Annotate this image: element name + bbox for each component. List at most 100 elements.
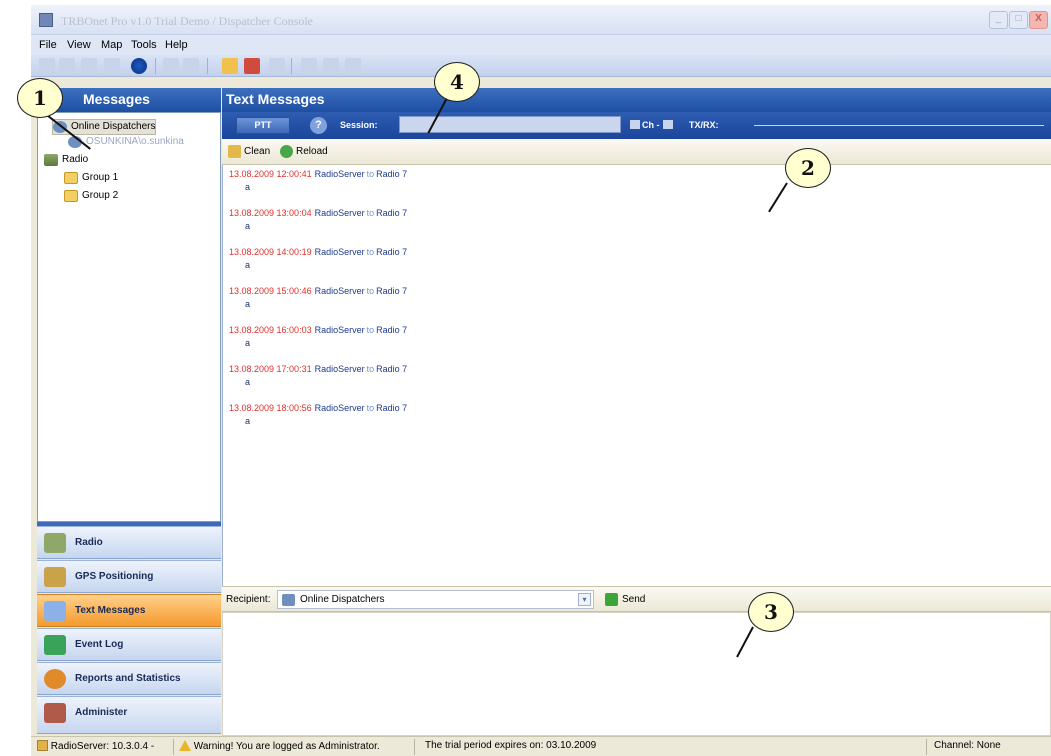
- callout-3: 3: [748, 592, 794, 632]
- message-sender: RadioServer: [314, 169, 365, 179]
- status-warning-label: Warning! You are logged as Administrator…: [193, 741, 380, 752]
- message-to: to: [366, 208, 375, 218]
- main-panel-header: Text Messages: [222, 88, 1051, 112]
- preview-icon[interactable]: [183, 58, 199, 74]
- recipient-select[interactable]: Online Dispatchers ▾: [277, 590, 594, 609]
- send-label: Send: [622, 594, 646, 605]
- message-sender: RadioServer: [314, 208, 365, 218]
- save-icon[interactable]: [269, 58, 285, 74]
- menu-view[interactable]: View: [67, 39, 91, 51]
- chevron-down-icon[interactable]: ▾: [578, 593, 591, 606]
- message-to: to: [366, 169, 375, 179]
- message-timestamp: 13.08.2009 18:00:56: [229, 403, 312, 413]
- forward-icon[interactable]: [59, 58, 75, 74]
- message-recipient: Radio 7: [376, 169, 408, 179]
- nav-label: Reports and Statistics: [75, 673, 181, 684]
- menu-help[interactable]: Help: [165, 39, 188, 51]
- messages-toolbar: Clean Reload: [222, 139, 1051, 165]
- tree-item-label: Group 1: [82, 172, 119, 183]
- message-recipient: Radio 7: [376, 325, 408, 335]
- nav-event-log[interactable]: Event Log: [37, 628, 221, 661]
- channel-indicator-icon: [630, 120, 640, 129]
- message-sender: RadioServer: [314, 364, 365, 374]
- txrx-level-line: [754, 125, 1044, 126]
- message-item[interactable]: 13.08.2009 16:00:03 RadioServer to Radio 7 …: [229, 325, 407, 353]
- print-icon[interactable]: [163, 58, 179, 74]
- minimize-icon: _: [995, 13, 1002, 24]
- message-body: a: [245, 416, 251, 426]
- nav-administer[interactable]: Administer: [37, 696, 221, 734]
- message-sender: RadioServer: [314, 247, 365, 257]
- nav-gps-positioning[interactable]: GPS Positioning: [37, 560, 221, 593]
- message-recipient: Radio 7: [376, 403, 408, 413]
- admin-icon: [44, 703, 66, 723]
- main-toolbar: [31, 55, 1051, 77]
- nav-reports-and-statistics[interactable]: Reports and Statistics: [37, 662, 221, 695]
- message-to: to: [366, 286, 375, 296]
- gps-icon: [44, 567, 66, 587]
- left-panel-title: Messages: [83, 91, 150, 107]
- zoom-out-icon[interactable]: [323, 58, 339, 74]
- nav-label: Text Messages: [75, 605, 146, 616]
- message-body: a: [245, 182, 251, 192]
- message-body: a: [245, 377, 251, 387]
- ptt-button[interactable]: PTT: [236, 117, 290, 134]
- window-title: TRBOnet Pro v1.0 Trial Demo / Dispatcher…: [61, 14, 313, 28]
- help-icon[interactable]: ?: [310, 117, 327, 134]
- message-item[interactable]: 13.08.2009 12:00:41 RadioServer to Radio 7 …: [229, 169, 407, 197]
- connect-icon[interactable]: [131, 58, 147, 74]
- maximize-button[interactable]: □: [1009, 11, 1028, 29]
- message-item[interactable]: 13.08.2009 17:00:31 RadioServer to Radio 7 …: [229, 364, 407, 392]
- txrx-label: TX/RX:: [689, 120, 719, 130]
- message-recipient: Radio 7: [376, 247, 408, 257]
- toolbar-separator: [291, 58, 292, 74]
- home-icon[interactable]: [104, 58, 120, 74]
- open-icon[interactable]: [222, 58, 238, 74]
- message-recipient: Radio 7: [376, 208, 408, 218]
- reports-icon: [44, 669, 66, 689]
- left-panel-header: Messages: [37, 88, 221, 112]
- zoom-in-icon[interactable]: [301, 58, 317, 74]
- message-item[interactable]: 13.08.2009 13:00:04 RadioServer to Radio 7 …: [229, 208, 407, 236]
- status-warning: Warning! You are logged as Administrator…: [179, 740, 380, 752]
- tree-item-label: Online Dispatchers: [71, 121, 156, 132]
- close-button[interactable]: X: [1029, 11, 1048, 29]
- refresh-icon[interactable]: [345, 58, 361, 74]
- reload-icon: [280, 145, 293, 158]
- message-compose-area[interactable]: [222, 612, 1051, 736]
- mail-icon[interactable]: [244, 58, 260, 74]
- session-label: Session:: [340, 120, 378, 130]
- message-recipient: Radio 7: [376, 364, 408, 374]
- app-window: TRBOnet Pro v1.0 Trial Demo / Dispatcher…: [31, 5, 1051, 756]
- recipient-label: Recipient:: [226, 594, 271, 605]
- message-timestamp: 13.08.2009 12:00:41: [229, 169, 312, 179]
- envelope-icon: [44, 601, 66, 621]
- nav-text-messages[interactable]: Text Messages: [37, 594, 221, 627]
- status-bar: RadioServer: 10.3.0.4 - Warning! You are…: [31, 736, 1051, 756]
- message-timestamp: 13.08.2009 15:00:46: [229, 286, 312, 296]
- main-panel-title: Text Messages: [226, 91, 325, 107]
- message-timestamp: 13.08.2009 16:00:03: [229, 325, 312, 335]
- folder-icon: [64, 190, 78, 202]
- menu-tools[interactable]: Tools: [131, 39, 157, 51]
- message-body: a: [245, 221, 251, 231]
- message-sender: RadioServer: [314, 286, 365, 296]
- menu-map[interactable]: Map: [101, 39, 122, 51]
- message-item[interactable]: 13.08.2009 18:00:56 RadioServer to Radio 7 …: [229, 403, 407, 431]
- message-item[interactable]: 13.08.2009 14:00:19 RadioServer to Radio 7 …: [229, 247, 407, 275]
- channel-indicator-icon: [663, 120, 673, 129]
- menu-bar: File View Map Tools Help: [31, 36, 1051, 55]
- message-body: a: [245, 299, 251, 309]
- tree-item-label: Group 2: [82, 190, 119, 201]
- back-icon[interactable]: [39, 58, 55, 74]
- menu-file[interactable]: File: [39, 39, 57, 51]
- nav-radio[interactable]: Radio: [37, 526, 221, 559]
- status-server[interactable]: RadioServer: 10.3.0.4 -: [37, 740, 154, 752]
- nav-label: Event Log: [75, 639, 124, 650]
- minimize-button[interactable]: _: [989, 11, 1008, 29]
- message-item[interactable]: 13.08.2009 15:00:46 RadioServer to Radio 7 …: [229, 286, 407, 314]
- toolbar-separator: [155, 58, 156, 74]
- stop-icon[interactable]: [81, 58, 97, 74]
- status-server-label: RadioServer: 10.3.0.4 -: [50, 741, 155, 752]
- session-bar: PTT ? Session: Ch - TX/RX:: [222, 112, 1051, 139]
